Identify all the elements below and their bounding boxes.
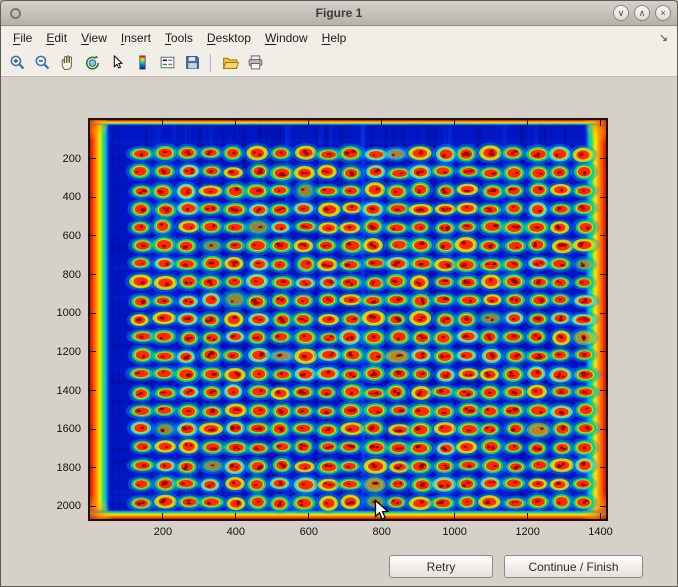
menu-edit[interactable]: Edit [39,28,74,48]
y-tick-label: 800 [63,269,81,281]
plot-area: 2004006008001000120014002004006008001000… [88,118,608,521]
open-folder-icon[interactable] [219,52,241,74]
rotate-3d-icon[interactable] [81,52,103,74]
menu-window[interactable]: Window [258,28,315,48]
menu-help[interactable]: Help [315,28,354,48]
zoom-out-icon[interactable] [31,52,53,74]
y-tick [90,467,96,468]
x-tick-label: 200 [154,526,172,538]
y-tick [90,351,96,352]
minimize-button[interactable]: ∨ [613,5,629,21]
y-tick [600,274,606,275]
y-tick-label: 400 [63,191,81,203]
y-tick [600,506,606,507]
menu-view[interactable]: View [74,28,114,48]
app-icon [10,8,21,19]
x-tick [235,120,236,126]
y-tick [90,506,96,507]
y-tick [600,390,606,391]
y-tick [90,390,96,391]
title-bar[interactable]: Figure 1 ∨ ∧ × [1,1,677,26]
retry-button[interactable]: Retry [389,555,493,578]
x-tick [381,120,382,126]
y-tick [600,158,606,159]
x-tick [454,120,455,126]
x-tick [600,513,601,519]
zoom-in-icon[interactable] [6,52,28,74]
menu-desktop[interactable]: Desktop [200,28,258,48]
x-tick [162,120,163,126]
x-tick [527,513,528,519]
figure-canvas-area: 200 400 600 800 1000 1200 1400 200 400 600 800 1000… [1,77,677,586]
x-tick [454,513,455,519]
y-tick-label: 2000 [57,500,81,512]
y-tick [90,197,96,198]
y-tick [90,158,96,159]
y-tick [600,467,606,468]
x-tick [527,120,528,126]
y-tick-label: 1000 [57,307,81,319]
heatmap-image[interactable] [90,120,606,519]
y-tick [600,429,606,430]
y-tick [600,351,606,352]
y-tick-label: 600 [63,230,81,242]
y-tick [90,313,96,314]
menu-tools[interactable]: Tools [158,28,200,48]
x-tick-label: 600 [300,526,318,538]
y-tick [90,274,96,275]
x-tick [308,120,309,126]
menu-bar: File Edit View Insert Tools Desktop Wind… [1,26,677,49]
toolbar-separator [210,54,212,72]
y-tick-label: 1200 [57,346,81,358]
y-tick-label: 1400 [57,385,81,397]
pan-icon[interactable] [56,52,78,74]
x-tick-label: 1000 [442,526,466,538]
y-tick [90,429,96,430]
x-tick [600,120,601,126]
y-tick-label: 1800 [57,462,81,474]
menu-insert[interactable]: Insert [114,28,158,48]
y-tick [600,197,606,198]
save-icon[interactable] [181,52,203,74]
y-tick-label: 1600 [57,423,81,435]
x-tick [235,513,236,519]
figure-window: Figure 1 ∨ ∧ × File Edit View Insert Too… [0,0,678,587]
maximize-button[interactable]: ∧ [634,5,650,21]
y-tick [90,235,96,236]
toolbar [1,49,677,77]
close-button[interactable]: × [655,5,671,21]
x-tick-label: 1200 [515,526,539,538]
colorbar-icon[interactable] [131,52,153,74]
x-tick [162,513,163,519]
legend-icon[interactable] [156,52,178,74]
y-tick [600,235,606,236]
data-cursor-icon[interactable] [106,52,128,74]
y-tick [600,313,606,314]
menu-overflow-icon[interactable]: ↘ [659,31,668,44]
window-title: Figure 1 [1,6,677,20]
x-tick-label: 1400 [588,526,612,538]
menu-file[interactable]: File [6,28,39,48]
y-tick-label: 200 [63,153,81,165]
continue-finish-button[interactable]: Continue / Finish [504,555,643,578]
x-tick-label: 800 [373,526,391,538]
print-icon[interactable] [244,52,266,74]
x-tick [308,513,309,519]
window-controls: ∨ ∧ × [613,5,671,21]
x-tick [381,513,382,519]
x-tick-label: 400 [227,526,245,538]
